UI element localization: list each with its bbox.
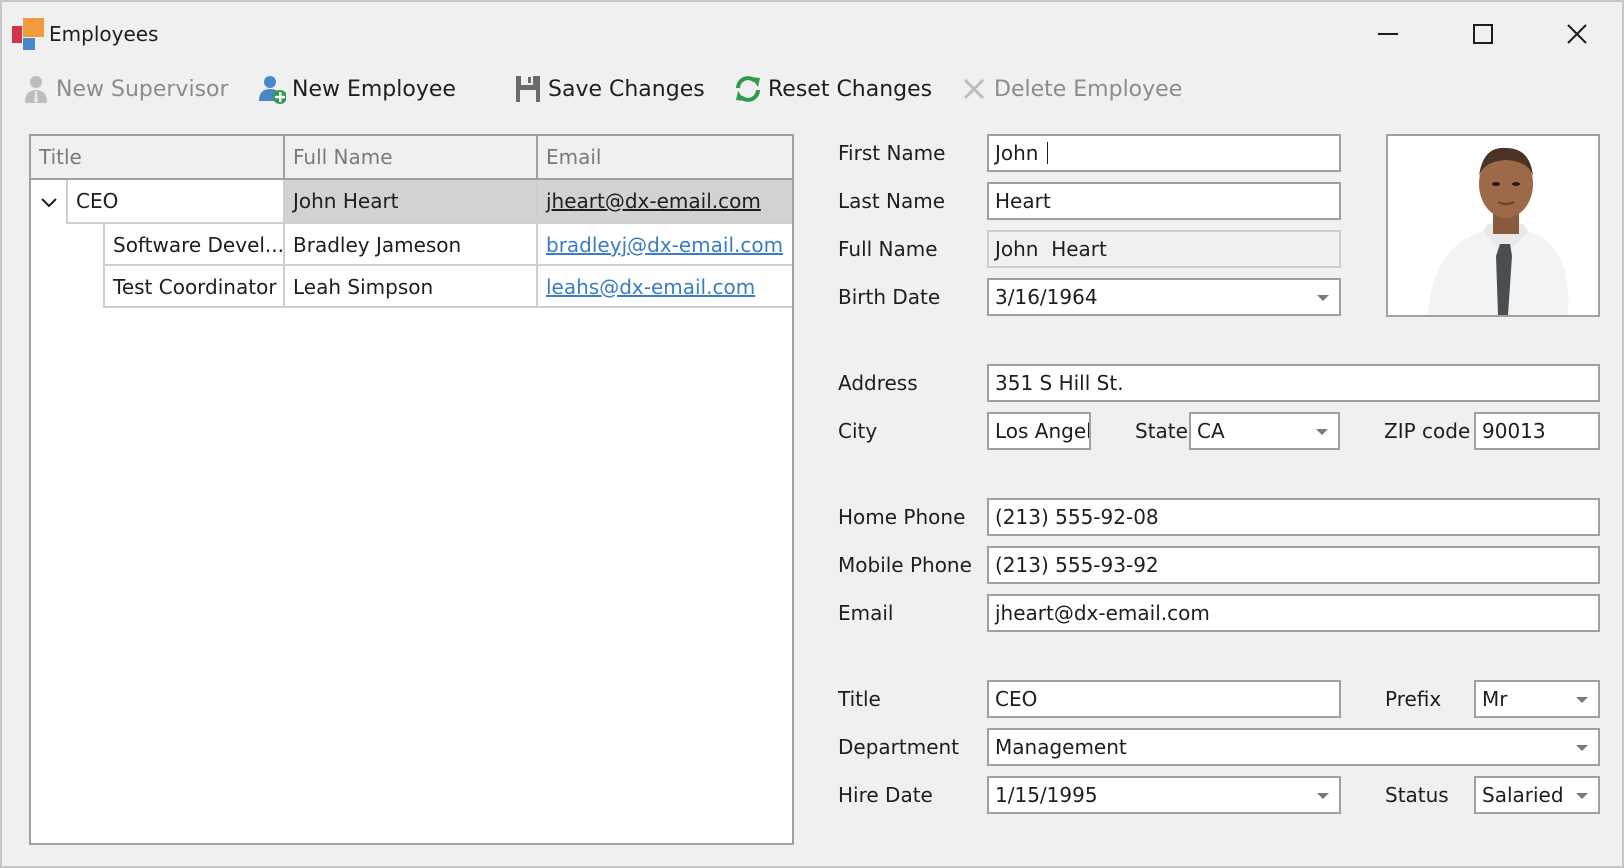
column-header-full-name[interactable]: Full Name — [285, 136, 537, 178]
delete-icon — [960, 74, 988, 104]
status-select[interactable]: Salaried — [1474, 776, 1600, 814]
prefix-label: Prefix — [1385, 687, 1442, 711]
dropdown-arrow-icon[interactable] — [1317, 295, 1329, 301]
close-icon — [1567, 24, 1587, 44]
cell-title[interactable]: CEO — [68, 180, 283, 222]
save-changes-button[interactable]: Save Changes — [514, 70, 705, 108]
email-label: Email — [838, 601, 894, 625]
column-header-title[interactable]: Title — [31, 136, 283, 178]
cell-email[interactable]: jheart@dx-email.com — [538, 180, 792, 222]
email-link[interactable]: leahs@dx-email.com — [546, 275, 755, 299]
dropdown-arrow-icon[interactable] — [1576, 793, 1588, 799]
column-header-email[interactable]: Email — [538, 136, 792, 178]
minimize-icon — [1378, 33, 1398, 35]
email-field[interactable]: jheart@dx-email.com — [987, 594, 1600, 632]
minimize-button[interactable] — [1365, 14, 1411, 54]
first-name-field[interactable]: John — [987, 134, 1341, 172]
prefix-select[interactable]: Mr — [1474, 680, 1600, 718]
address-field[interactable]: 351 S Hill St. — [987, 364, 1600, 402]
last-name-label: Last Name — [838, 189, 946, 213]
zip-code-label: ZIP code — [1384, 419, 1471, 443]
employees-tree-grid[interactable]: Title Full Name Email CEO John Heart jhe… — [29, 134, 794, 845]
app-logo-icon — [12, 17, 46, 51]
new-employee-label: New Employee — [292, 76, 456, 102]
cell-full-name[interactable]: Leah Simpson — [285, 266, 536, 308]
dropdown-arrow-icon[interactable] — [1316, 429, 1328, 435]
title-label: Title — [838, 687, 881, 711]
department-select[interactable]: Management — [987, 728, 1600, 766]
hire-date-picker[interactable]: 1/15/1995 — [987, 776, 1341, 814]
add-user-icon — [258, 74, 286, 104]
full-name-field: John Heart — [987, 230, 1341, 268]
department-label: Department — [838, 735, 960, 759]
dropdown-arrow-icon[interactable] — [1576, 697, 1588, 703]
full-name-label: Full Name — [838, 237, 938, 261]
cell-title[interactable]: Test Coordinator — [105, 266, 283, 308]
birth-date-label: Birth Date — [838, 285, 941, 309]
maximize-icon — [1473, 24, 1493, 44]
cell-full-name[interactable]: Bradley Jameson — [285, 224, 536, 266]
dropdown-arrow-icon[interactable] — [1317, 793, 1329, 799]
mobile-phone-field[interactable]: (213) 555-93-92 — [987, 546, 1600, 584]
supervisor-icon — [22, 74, 50, 104]
new-employee-button[interactable]: New Employee — [258, 70, 456, 108]
reset-changes-label: Reset Changes — [768, 76, 933, 102]
employees-window: Employees New Supervisor New Employee Sa… — [0, 0, 1624, 868]
birth-date-picker[interactable]: 3/16/1964 — [987, 278, 1341, 316]
text-cursor — [1046, 142, 1048, 164]
close-button[interactable] — [1554, 14, 1600, 54]
email-link[interactable]: bradleyj@dx-email.com — [546, 233, 783, 257]
save-changes-label: Save Changes — [548, 76, 705, 102]
last-name-field[interactable]: Heart — [987, 182, 1341, 220]
city-label: City — [838, 419, 878, 443]
home-phone-label: Home Phone — [838, 505, 966, 529]
cell-title[interactable]: Software Devel... — [105, 224, 283, 266]
new-supervisor-label: New Supervisor — [56, 76, 229, 102]
grid-header: Title Full Name Email — [31, 136, 792, 180]
employee-photo-image — [1388, 136, 1598, 315]
email-link[interactable]: jheart@dx-email.com — [546, 189, 761, 213]
employee-photo[interactable] — [1386, 134, 1600, 317]
delete-employee-button[interactable]: Delete Employee — [960, 70, 1182, 108]
cell-email[interactable]: leahs@dx-email.com — [538, 266, 792, 308]
reset-changes-button[interactable]: Reset Changes — [734, 70, 932, 108]
delete-employee-label: Delete Employee — [994, 76, 1183, 102]
chevron-down-icon[interactable] — [39, 193, 59, 213]
state-label: State — [1135, 419, 1188, 443]
save-icon — [514, 74, 542, 104]
cell-full-name[interactable]: John Heart — [285, 180, 536, 222]
mobile-phone-label: Mobile Phone — [838, 553, 972, 577]
refresh-icon — [734, 74, 762, 104]
status-label: Status — [1385, 783, 1449, 807]
new-supervisor-button[interactable]: New Supervisor — [22, 70, 229, 108]
hire-date-label: Hire Date — [838, 783, 933, 807]
cell-email[interactable]: bradleyj@dx-email.com — [538, 224, 792, 266]
title-field[interactable]: CEO — [987, 680, 1341, 718]
first-name-label: First Name — [838, 141, 946, 165]
state-select[interactable]: CA — [1189, 412, 1340, 450]
address-label: Address — [838, 371, 918, 395]
dropdown-arrow-icon[interactable] — [1576, 745, 1588, 751]
maximize-button[interactable] — [1460, 14, 1506, 54]
zip-code-field[interactable]: 90013 — [1474, 412, 1600, 450]
window-title: Employees — [49, 22, 159, 46]
city-field[interactable]: Los Angel — [987, 412, 1091, 450]
home-phone-field[interactable]: (213) 555-92-08 — [987, 498, 1600, 536]
